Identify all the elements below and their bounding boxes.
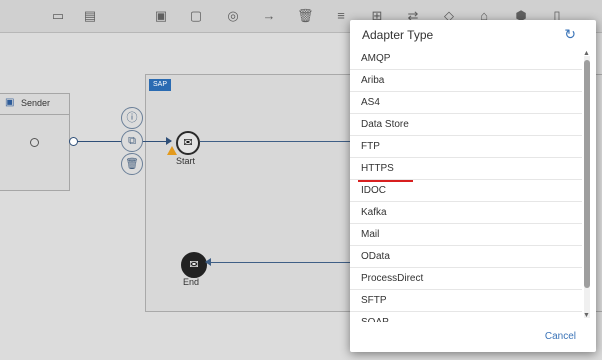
info-icon[interactable]: ⓘ [121, 107, 143, 129]
https-highlight-underline [358, 180, 413, 182]
adapter-item-https[interactable]: HTTPS [350, 158, 582, 180]
sender-participant[interactable]: ▣ Sender [0, 93, 70, 191]
menu-icon[interactable]: ≡ [333, 8, 349, 24]
clipboard-icon[interactable]: ▣ [153, 8, 169, 24]
return-arrow-icon [205, 258, 211, 266]
scrollbar-thumb[interactable] [584, 60, 590, 288]
scroll-up-icon[interactable]: ▲ [583, 50, 590, 57]
end-label: End [183, 277, 200, 287]
window-icon[interactable]: ▢ [188, 8, 204, 24]
paste-icon[interactable]: ▤ [82, 8, 98, 24]
sender-header: ▣ Sender [0, 94, 69, 115]
adapter-item-odata[interactable]: OData [350, 246, 582, 268]
adapter-item-data-store[interactable]: Data Store [350, 114, 582, 136]
refresh-icon[interactable]: ↻ [564, 26, 576, 43]
adapter-list[interactable]: AMQP Ariba AS4 Data Store FTP HTTPS IDOC… [350, 48, 582, 322]
adapter-item-ftp[interactable]: FTP [350, 136, 582, 158]
adapter-type-dialog: Adapter Type ↻ AMQP Ariba AS4 Data Store… [350, 20, 596, 352]
warning-icon [167, 146, 177, 155]
adapter-item-processdirect[interactable]: ProcessDirect [350, 268, 582, 290]
sender-icon: ▣ [5, 97, 15, 108]
start-label: Start [176, 156, 196, 166]
process-flow-line[interactable] [200, 141, 350, 142]
sap-logo: SAP [149, 79, 171, 91]
end-event[interactable]: ✉ [181, 252, 207, 278]
delete-action-icon[interactable]: 🗑 [121, 153, 143, 175]
arrow-head-icon [166, 137, 172, 145]
adapter-item-mail[interactable]: Mail [350, 224, 582, 246]
adapter-item-soap[interactable]: SOAP [350, 312, 582, 322]
cancel-button[interactable]: Cancel [545, 331, 576, 342]
adapter-item-amqp[interactable]: AMQP [350, 48, 582, 70]
copy-action-icon[interactable]: ⧉ [121, 130, 143, 152]
flow-endpoint[interactable] [69, 137, 78, 146]
arrow-right-icon[interactable]: → [261, 8, 277, 24]
target-icon[interactable]: ◎ [225, 8, 241, 24]
start-event[interactable]: ✉ [176, 131, 200, 155]
sender-connector[interactable] [30, 138, 39, 147]
adapter-item-as4[interactable]: AS4 [350, 92, 582, 114]
return-flow-line[interactable] [210, 262, 350, 263]
adapter-item-sftp[interactable]: SFTP [350, 290, 582, 312]
scroll-down-icon[interactable]: ▼ [583, 312, 590, 319]
adapter-item-kafka[interactable]: Kafka [350, 202, 582, 224]
sender-label: Sender [21, 98, 51, 108]
copy-icon[interactable]: ▭ [50, 8, 66, 24]
delete-icon[interactable]: 🗑 [297, 8, 314, 24]
dialog-title: Adapter Type [362, 28, 434, 42]
adapter-item-ariba[interactable]: Ariba [350, 70, 582, 92]
adapter-item-idoc[interactable]: IDOC [350, 180, 582, 202]
